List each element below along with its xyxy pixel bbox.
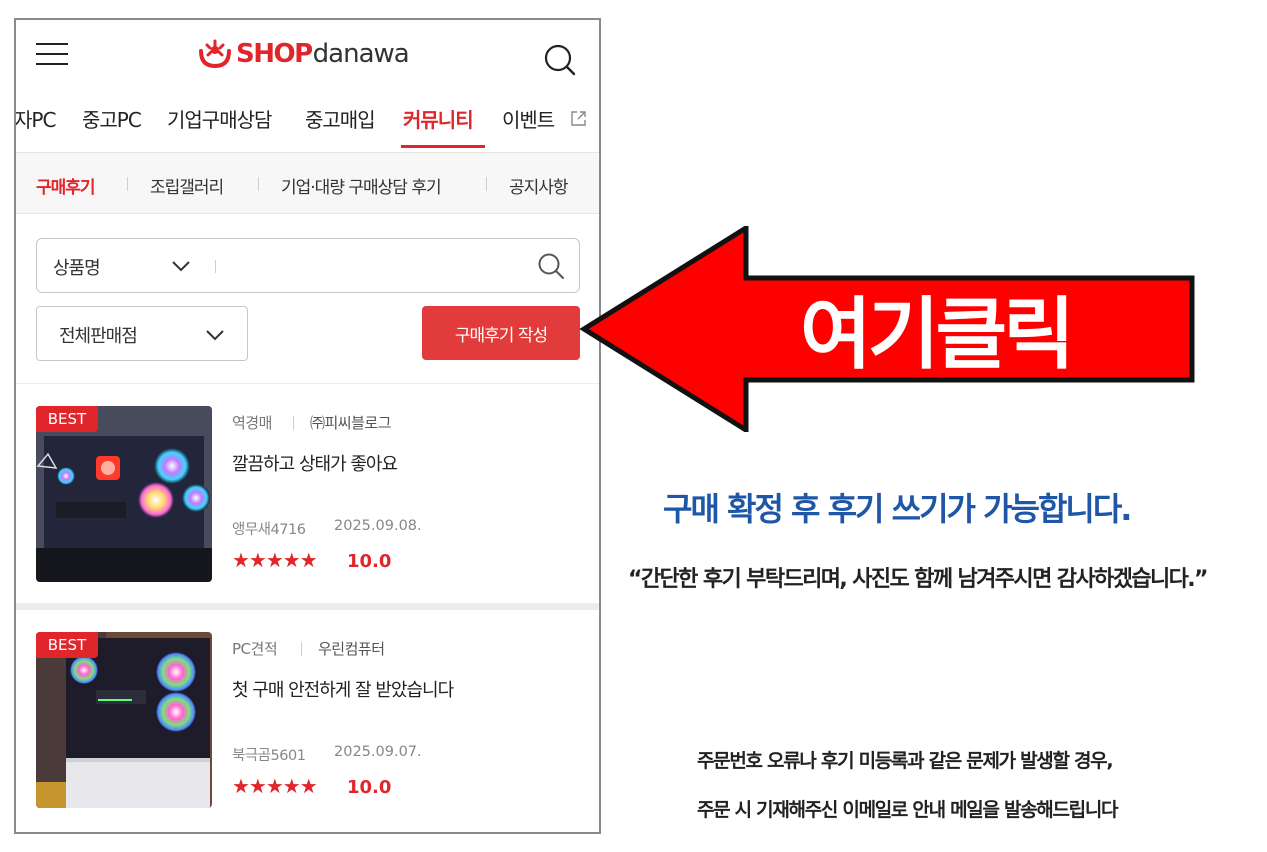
mobile-page-screenshot: SHOP danawa 자PC 중고PC 기업구매상담 중고매입 커뮤니티 이벤… bbox=[14, 18, 601, 834]
notice-heading: 구매 확정 후 후기 쓰기가 가능합니다. bbox=[663, 490, 1132, 528]
notice-quote: “간단한 후기 부탁드리며, 사진도 함께 남겨주시면 감사하겠습니다.” bbox=[628, 567, 1208, 592]
review-score: 10.0 bbox=[347, 551, 392, 572]
chevron-down-icon[interactable] bbox=[171, 259, 191, 273]
divider bbox=[16, 383, 599, 384]
logo-shop-text: SHOP bbox=[236, 39, 313, 69]
notice-line-1: 주문번호 오류나 후기 미등록과 같은 문제가 발생할 경우, bbox=[697, 750, 1114, 772]
top-bar: SHOP danawa bbox=[16, 20, 599, 90]
main-nav: 자PC 중고PC 기업구매상담 중고매입 커뮤니티 이벤트 bbox=[16, 100, 599, 152]
store-select-label: 전체판매점 bbox=[59, 326, 138, 347]
search-input[interactable] bbox=[227, 249, 527, 283]
meta-separator bbox=[301, 642, 302, 656]
subnav-separator bbox=[258, 177, 259, 191]
store-select[interactable]: 전체판매점 bbox=[36, 306, 248, 361]
subnav-item-corporate-reviews[interactable]: 기업·대량 구매상담 후기 bbox=[281, 173, 442, 198]
review-author: 앵무새4716 bbox=[232, 522, 306, 538]
search-type-select[interactable]: 상품명 bbox=[53, 254, 101, 280]
star-rating-icon: ★★★★★ bbox=[232, 548, 318, 572]
subnav-item-notice[interactable]: 공지사항 bbox=[509, 173, 569, 198]
search-icon[interactable] bbox=[537, 252, 565, 280]
review-category: 역경매 bbox=[232, 414, 272, 432]
review-item[interactable]: BEST PC견적 우린컴퓨터 첫 구매 안전하게 잘 받았습니다 북극곰560… bbox=[16, 632, 599, 832]
subnav-separator bbox=[486, 177, 487, 191]
section-divider bbox=[16, 603, 599, 610]
review-title: 깔끔하고 상태가 좋아요 bbox=[232, 454, 398, 475]
logo-mark-icon bbox=[199, 39, 231, 69]
write-review-button[interactable]: 구매후기 작성 bbox=[422, 306, 580, 360]
review-category: PC견적 bbox=[232, 640, 278, 658]
meta-separator bbox=[293, 416, 294, 430]
sub-nav: 구매후기 조립갤러리 기업·대량 구매상담 후기 공지사항 bbox=[16, 152, 599, 214]
search-icon[interactable] bbox=[542, 42, 578, 78]
notice-line-2: 주문 시 기재해주신 이메일로 안내 메일을 발송해드립니다 bbox=[697, 799, 1119, 821]
subnav-item-reviews[interactable]: 구매후기 bbox=[36, 173, 96, 198]
star-rating-icon: ★★★★★ bbox=[232, 774, 318, 798]
arrow-label: 여기클릭 bbox=[800, 290, 1075, 380]
subnav-item-gallery[interactable]: 조립갤러리 bbox=[150, 173, 224, 198]
best-badge: BEST bbox=[36, 632, 98, 658]
nav-item-pc[interactable]: 자PC bbox=[16, 104, 56, 133]
search-divider bbox=[215, 260, 216, 273]
review-seller: 우린컴퓨터 bbox=[318, 640, 385, 658]
logo-danawa-text: danawa bbox=[312, 39, 410, 69]
nav-item-event[interactable]: 이벤트 bbox=[502, 104, 555, 133]
review-photo bbox=[36, 632, 212, 808]
review-score: 10.0 bbox=[347, 777, 392, 798]
review-author: 북극곰5601 bbox=[232, 748, 306, 764]
subnav-separator bbox=[127, 177, 128, 191]
nav-item-corporate[interactable]: 기업구매상담 bbox=[167, 104, 272, 133]
review-date: 2025.09.07. bbox=[334, 744, 422, 760]
chevron-down-icon bbox=[206, 330, 224, 341]
nav-item-buyback[interactable]: 중고매입 bbox=[305, 104, 376, 133]
shopdanawa-logo[interactable]: SHOP danawa bbox=[198, 36, 410, 72]
review-photo bbox=[36, 406, 212, 582]
review-seller: ㈜피씨블로그 bbox=[310, 414, 392, 432]
external-link-icon[interactable] bbox=[570, 110, 587, 127]
review-date: 2025.09.08. bbox=[334, 518, 422, 534]
nav-item-community[interactable]: 커뮤니티 bbox=[403, 104, 474, 133]
review-item[interactable]: BEST 역경매 ㈜피씨블로그 깔끔하고 상태가 좋아요 앵무새4716 202… bbox=[16, 406, 599, 606]
best-badge: BEST bbox=[36, 406, 98, 432]
hamburger-icon[interactable] bbox=[36, 43, 68, 67]
review-title: 첫 구매 안전하게 잘 받았습니다 bbox=[232, 680, 454, 701]
active-tab-underline bbox=[401, 145, 485, 148]
search-box: 상품명 bbox=[36, 238, 580, 293]
nav-item-used-pc[interactable]: 중고PC bbox=[82, 104, 142, 133]
